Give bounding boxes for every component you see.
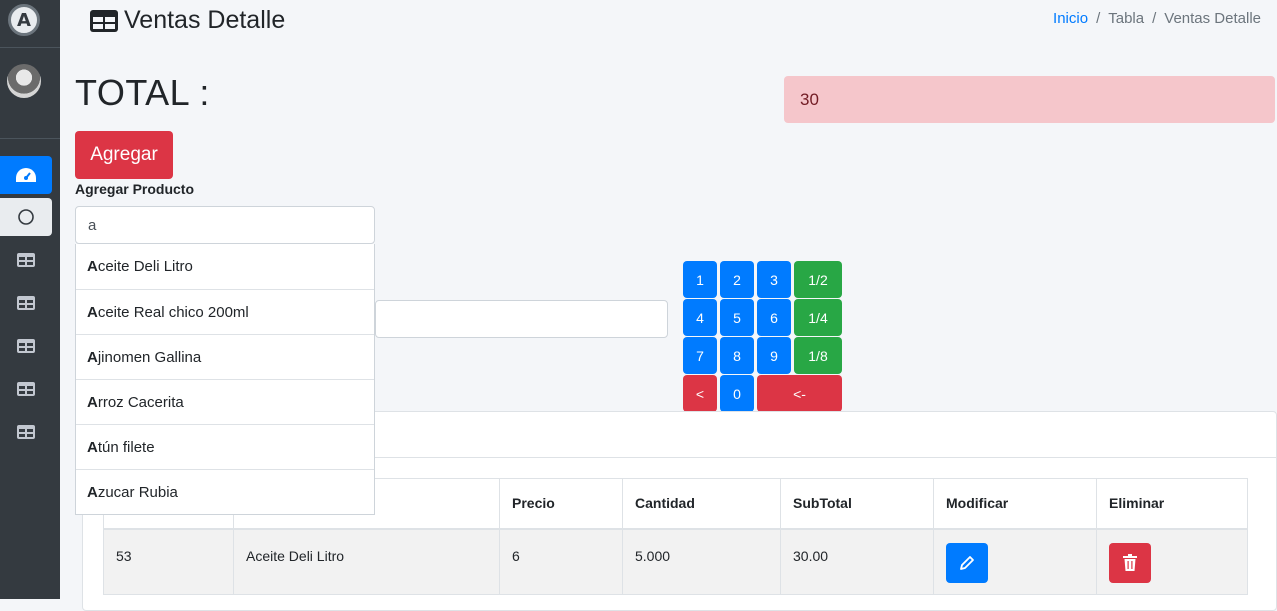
cell-price: 6 [500, 529, 623, 595]
sidebar-divider [0, 138, 60, 139]
breadcrumb-inicio[interactable]: Inicio [1053, 10, 1088, 27]
add-button[interactable]: Agregar [75, 131, 173, 179]
cell-quantity: 5.000 [623, 529, 781, 595]
edit-button[interactable] [946, 543, 988, 583]
page-title-text: Ventas Detalle [124, 6, 285, 35]
total-label: TOTAL : [75, 72, 210, 114]
suggestion-item[interactable]: Ajinomen Gallina [76, 334, 374, 379]
logo-icon: A [17, 10, 31, 31]
cell-edit [934, 529, 1097, 595]
key-4[interactable]: 4 [683, 299, 717, 336]
breadcrumb-separator: / [1152, 10, 1156, 27]
cell-delete [1097, 529, 1248, 595]
key-eighth[interactable]: 1/8 [794, 337, 842, 374]
key-quarter[interactable]: 1/4 [794, 299, 842, 336]
breadcrumb-tabla: Tabla [1108, 10, 1144, 27]
key-7[interactable]: 7 [683, 337, 717, 374]
column-header-modificar: Modificar [934, 479, 1097, 529]
product-label: Agregar Producto [75, 181, 194, 197]
sidebar-item-dashboard[interactable] [0, 156, 52, 194]
suggestion-item[interactable]: Arroz Cacerita [76, 379, 374, 424]
sidebar: A [0, 0, 60, 599]
key-0[interactable]: 0 [720, 375, 754, 412]
page-title: Ventas Detalle [90, 6, 285, 35]
cell-subtotal: 30.00 [781, 529, 934, 595]
key-5[interactable]: 5 [720, 299, 754, 336]
key-3[interactable]: 3 [757, 261, 791, 298]
breadcrumb-separator: / [1096, 10, 1100, 27]
key-less-than[interactable]: < [683, 375, 717, 412]
cell-product: Aceite Deli Litro [234, 529, 500, 595]
pencil-icon [958, 554, 976, 572]
key-backspace[interactable]: <- [757, 375, 842, 412]
key-1[interactable]: 1 [683, 261, 717, 298]
table-icon [16, 381, 36, 397]
key-9[interactable]: 9 [757, 337, 791, 374]
table-icon [16, 252, 36, 268]
main-content: Ventas Detalle Inicio / Tabla / Ventas D… [60, 0, 1277, 599]
table-icon [16, 424, 36, 440]
sidebar-item-table-4[interactable] [0, 370, 52, 408]
suggestion-item[interactable]: Azucar Rubia [76, 469, 374, 514]
key-6[interactable]: 6 [757, 299, 791, 336]
key-half[interactable]: 1/2 [794, 261, 842, 298]
suggestion-item[interactable]: Aceite Deli Litro [76, 244, 374, 289]
column-header-cantidad: Cantidad [623, 479, 781, 529]
suggestion-item[interactable]: Aceite Real chico 200ml [76, 289, 374, 334]
table-icon [16, 338, 36, 354]
sidebar-item-table-2[interactable] [0, 284, 52, 322]
brand-logo[interactable]: A [8, 4, 40, 36]
column-header-precio: Precio [500, 479, 623, 529]
avatar[interactable] [7, 64, 41, 98]
delete-button[interactable] [1109, 543, 1151, 583]
total-value: 30 [784, 76, 1275, 123]
column-header-eliminar: Eliminar [1097, 479, 1248, 529]
product-search-input[interactable] [75, 206, 375, 244]
table-row: 53 Aceite Deli Litro 6 5.000 30.00 [104, 529, 1248, 595]
breadcrumb-current: Ventas Detalle [1164, 10, 1261, 27]
cell-id: 53 [104, 529, 234, 595]
trash-icon [1122, 554, 1138, 572]
sidebar-item-table-1[interactable] [0, 241, 52, 279]
column-header-subtotal: SubTotal [781, 479, 934, 529]
sidebar-item-circle[interactable] [0, 198, 52, 236]
sidebar-item-table-3[interactable] [0, 327, 52, 365]
product-suggestions: Aceite Deli Litro Aceite Real chico 200m… [75, 244, 375, 515]
suggestion-item[interactable]: Atún filete [76, 424, 374, 469]
breadcrumb: Inicio / Tabla / Ventas Detalle [1053, 10, 1261, 27]
key-8[interactable]: 8 [720, 337, 754, 374]
table-icon [16, 295, 36, 311]
key-2[interactable]: 2 [720, 261, 754, 298]
circle-icon [17, 208, 35, 226]
quantity-input[interactable] [375, 300, 668, 338]
table-icon [90, 10, 118, 32]
tachometer-icon [15, 167, 37, 183]
sidebar-item-table-5[interactable] [0, 413, 52, 451]
sidebar-divider [0, 47, 60, 48]
